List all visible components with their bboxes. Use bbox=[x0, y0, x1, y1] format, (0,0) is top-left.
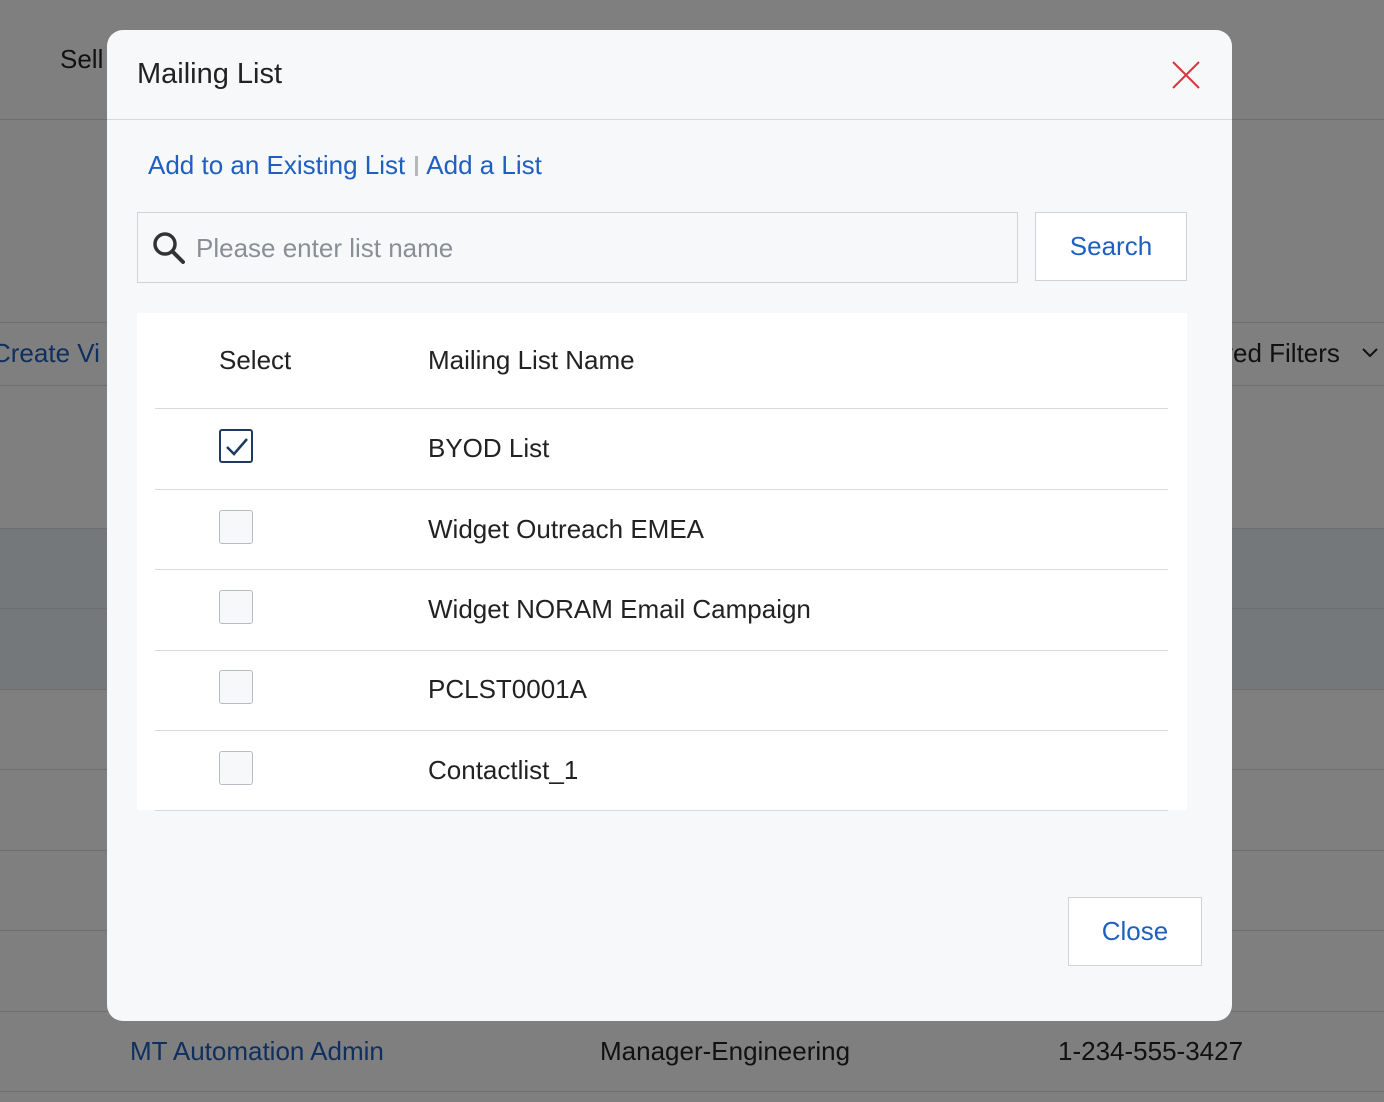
row-checkbox[interactable] bbox=[219, 751, 253, 785]
table-row: Widget NORAM Email Campaign bbox=[155, 570, 1168, 650]
list-mode-tabs: Add to an Existing List Add a List bbox=[148, 150, 542, 181]
row-divider bbox=[155, 810, 1168, 811]
column-header-select: Select bbox=[219, 345, 292, 375]
search-button[interactable]: Search bbox=[1035, 212, 1187, 281]
row-checkbox[interactable] bbox=[219, 429, 253, 463]
tab-add-existing-list[interactable]: Add to an Existing List bbox=[148, 150, 405, 180]
search-input[interactable] bbox=[194, 213, 998, 284]
mailing-list-name: Widget Outreach EMEA bbox=[428, 514, 704, 544]
search-field bbox=[137, 212, 1018, 284]
close-icon[interactable] bbox=[1170, 59, 1202, 91]
check-icon bbox=[226, 438, 248, 456]
tab-add-a-list[interactable]: Add a List bbox=[426, 150, 542, 180]
table-row: Widget Outreach EMEA bbox=[155, 490, 1168, 570]
mailing-list-modal: Mailing List Add to an Existing List Add … bbox=[107, 30, 1232, 1021]
tab-separator bbox=[415, 156, 419, 176]
row-checkbox[interactable] bbox=[219, 590, 253, 624]
column-header-mailing-list-name: Mailing List Name bbox=[428, 345, 635, 375]
table-row: BYOD List bbox=[155, 409, 1168, 489]
table-row: PCLST0001A bbox=[155, 650, 1168, 730]
mailing-list-name: Contactlist_1 bbox=[428, 755, 579, 785]
mailing-list-table: Select Mailing List Name BYOD List Widge… bbox=[137, 313, 1187, 811]
modal-header: Mailing List bbox=[107, 30, 1232, 120]
row-checkbox[interactable] bbox=[219, 670, 253, 704]
row-checkbox[interactable] bbox=[219, 510, 253, 544]
mailing-list-name: Widget NORAM Email Campaign bbox=[428, 594, 811, 624]
search-icon bbox=[153, 232, 185, 264]
close-button[interactable]: Close bbox=[1068, 897, 1202, 966]
table-row: Contactlist_1 bbox=[155, 731, 1168, 811]
modal-title: Mailing List bbox=[137, 58, 283, 90]
mailing-list-name: BYOD List bbox=[428, 433, 550, 463]
mailing-list-name: PCLST0001A bbox=[428, 674, 587, 704]
